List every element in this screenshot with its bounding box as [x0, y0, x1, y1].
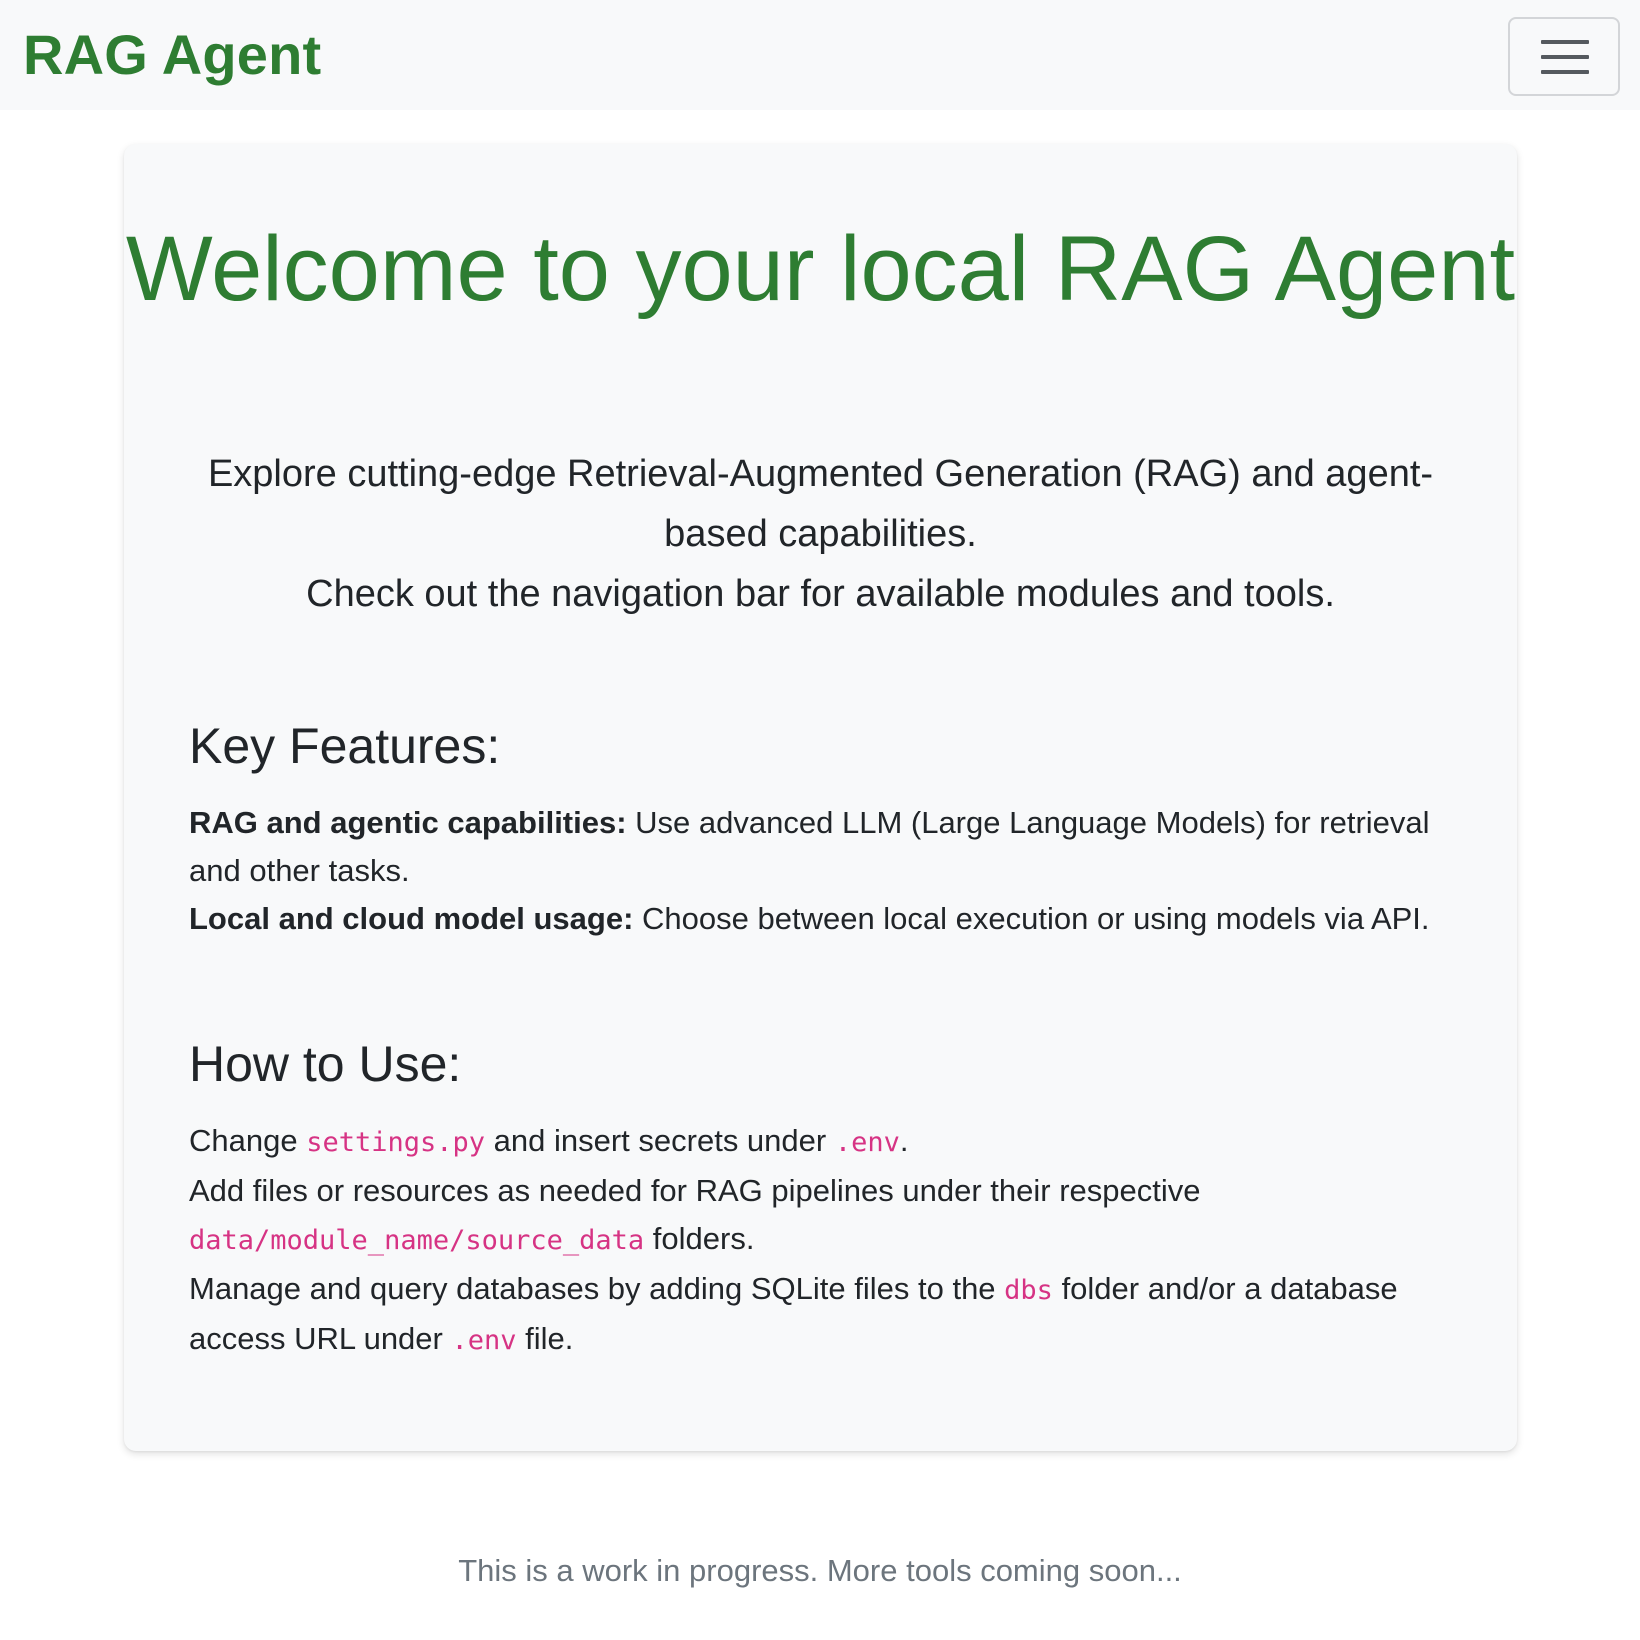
code-env-file: .env: [834, 1127, 900, 1158]
usage-text: .: [899, 1123, 909, 1158]
feature-text: Choose between local execution or using …: [633, 901, 1430, 936]
code-dbs-folder: dbs: [1004, 1275, 1053, 1306]
feature-title: RAG and agentic capabilities:: [189, 805, 627, 840]
code-source-data-path: data/module_name/source_data: [189, 1225, 645, 1256]
hero-title: Welcome to your local RAG Agent: [125, 218, 1516, 320]
code-settings-file: settings.py: [306, 1127, 486, 1158]
usage-text: folders.: [644, 1221, 755, 1256]
hero-lead-description: Explore cutting-edge Retrieval-Augmented…: [207, 453, 1434, 555]
footer-note: This is a work in progress. More tools c…: [458, 1553, 1182, 1588]
how-to-use-section: How to Use: Change settings.py and inser…: [189, 1034, 1449, 1365]
brand-link[interactable]: RAG Agent: [23, 22, 321, 88]
usage-step-files: Add files or resources as needed for RAG…: [189, 1167, 1449, 1265]
usage-text: file.: [516, 1321, 574, 1356]
menu-toggle-button[interactable]: [1508, 17, 1620, 96]
usage-step-settings: Change settings.py and insert secrets un…: [189, 1117, 1449, 1167]
key-features-heading: Key Features:: [189, 718, 501, 774]
welcome-card: Welcome to your local RAG Agent Explore …: [124, 144, 1517, 1451]
usage-text: Change: [189, 1123, 307, 1158]
top-navbar: RAG Agent: [0, 0, 1640, 110]
hero-lead-navigation-hint: Check out the navigation bar for availab…: [306, 573, 1335, 615]
usage-text: Manage and query databases by adding SQL…: [189, 1271, 1005, 1306]
code-env-file: .env: [451, 1325, 517, 1356]
usage-step-databases: Manage and query databases by adding SQL…: [189, 1265, 1449, 1365]
how-to-use-heading: How to Use:: [189, 1036, 462, 1092]
feature-title: Local and cloud model usage:: [189, 901, 634, 936]
usage-text: and insert secrets under: [485, 1123, 835, 1158]
feature-item-models: Local and cloud model usage: Choose betw…: [189, 895, 1449, 943]
key-features-section: Key Features: RAG and agentic capabiliti…: [189, 716, 1449, 943]
feature-item-rag: RAG and agentic capabilities: Use advanc…: [189, 799, 1449, 895]
usage-text: Add files or resources as needed for RAG…: [189, 1173, 1201, 1208]
